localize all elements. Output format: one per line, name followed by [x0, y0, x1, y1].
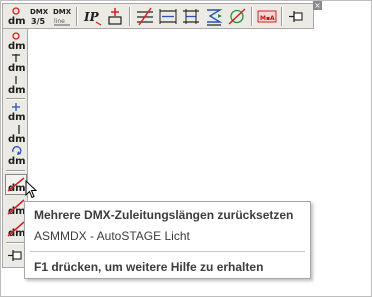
dmx-35-icon: DMX 3/5 [30, 8, 49, 26]
bracket-lines-button[interactable] [180, 6, 202, 27]
plus-insert-icon [108, 8, 122, 25]
toolbar-separator [76, 7, 78, 26]
slash-circle-icon [228, 8, 246, 25]
svg-text:dm: dm [8, 134, 26, 145]
toolbar-separator [6, 170, 25, 172]
plus-insert-button[interactable] [104, 6, 126, 27]
dmx-35-button[interactable]: DMX 3/5 [28, 6, 50, 27]
zigzag-icon [207, 9, 223, 26]
dmx-toolbar-horizontal: × dm DMX 3/5 DMX line IP M▪A [2, 1, 322, 29]
cross-lines-icon [137, 7, 153, 26]
dmx-line-button[interactable]: DMX line [51, 6, 73, 27]
tooltip: Mehrere DMX-Zuleitungslängen zurücksetze… [24, 201, 311, 279]
dm-bar-icon: dm [8, 76, 26, 96]
dm-bar-button[interactable]: dm [5, 75, 27, 96]
toolbar-separator [281, 7, 283, 26]
bracket-lines-icon [183, 9, 199, 24]
ip-icon: IP [83, 10, 102, 26]
toolbar-separator [6, 242, 25, 244]
dm-line-button[interactable]: dm [5, 124, 27, 145]
slash-circle-button[interactable] [226, 6, 248, 27]
svg-text:3/5: 3/5 [31, 17, 45, 26]
zigzag-button[interactable] [203, 6, 225, 27]
dm-reset-multi-button[interactable]: dm [5, 174, 27, 195]
dm-zero-button[interactable]: dm [5, 6, 27, 27]
pin-icon [289, 11, 303, 22]
mouse-cursor-icon [25, 180, 38, 199]
dm-zero-button[interactable]: dm [5, 31, 27, 52]
svg-text:dm: dm [8, 16, 26, 27]
tooltip-subtitle: ASMMDX - AutoSTAGE Licht [34, 229, 190, 243]
mia-button[interactable]: M▪A [256, 6, 278, 27]
tooltip-help-hint: F1 drücken, um weitere Hilfe zu erhalten [34, 260, 264, 274]
toolbar-close-icon[interactable]: × [313, 1, 322, 10]
dm-arrow-up-button[interactable]: dm [5, 53, 27, 74]
svg-text:dm: dm [8, 85, 26, 96]
dmx-line-icon: DMX line [53, 8, 72, 26]
dm-arrow-up-icon: dm [8, 54, 26, 74]
dm-refresh-icon: dm [8, 146, 26, 167]
svg-text:dm: dm [8, 41, 26, 52]
cross-lines-button[interactable] [134, 6, 156, 27]
dm-plus-icon: dm [8, 103, 26, 123]
svg-text:line: line [54, 18, 65, 25]
svg-text:dm: dm [8, 112, 26, 123]
toolbar-separator [129, 7, 131, 26]
ip-button[interactable]: IP [81, 6, 103, 27]
width-lines-button[interactable] [157, 6, 179, 27]
toolbar-separator [251, 7, 253, 26]
dm-zero-icon: dm [8, 7, 26, 27]
svg-text:IP: IP [83, 10, 100, 24]
width-lines-icon [159, 9, 177, 24]
dm-plus-button[interactable]: dm [5, 102, 27, 123]
svg-text:dm: dm [8, 63, 26, 74]
svg-text:dm: dm [8, 156, 26, 167]
tooltip-title: Mehrere DMX-Zuleitungslängen zurücksetze… [34, 208, 294, 222]
dm-zero-icon: dm [8, 32, 26, 52]
tooltip-divider [30, 251, 305, 252]
dm-refresh-button[interactable]: dm [5, 146, 27, 167]
toolbar-separator [6, 98, 25, 100]
dm-reset-multi-icon: dm [7, 177, 26, 194]
pin-button[interactable] [286, 6, 308, 27]
mia-icon: M▪A [257, 10, 277, 23]
svg-text:DMX: DMX [30, 8, 49, 16]
dm-line-icon: dm [8, 125, 26, 145]
svg-text:DMX: DMX [53, 8, 72, 16]
svg-text:M▪A: M▪A [260, 15, 275, 22]
